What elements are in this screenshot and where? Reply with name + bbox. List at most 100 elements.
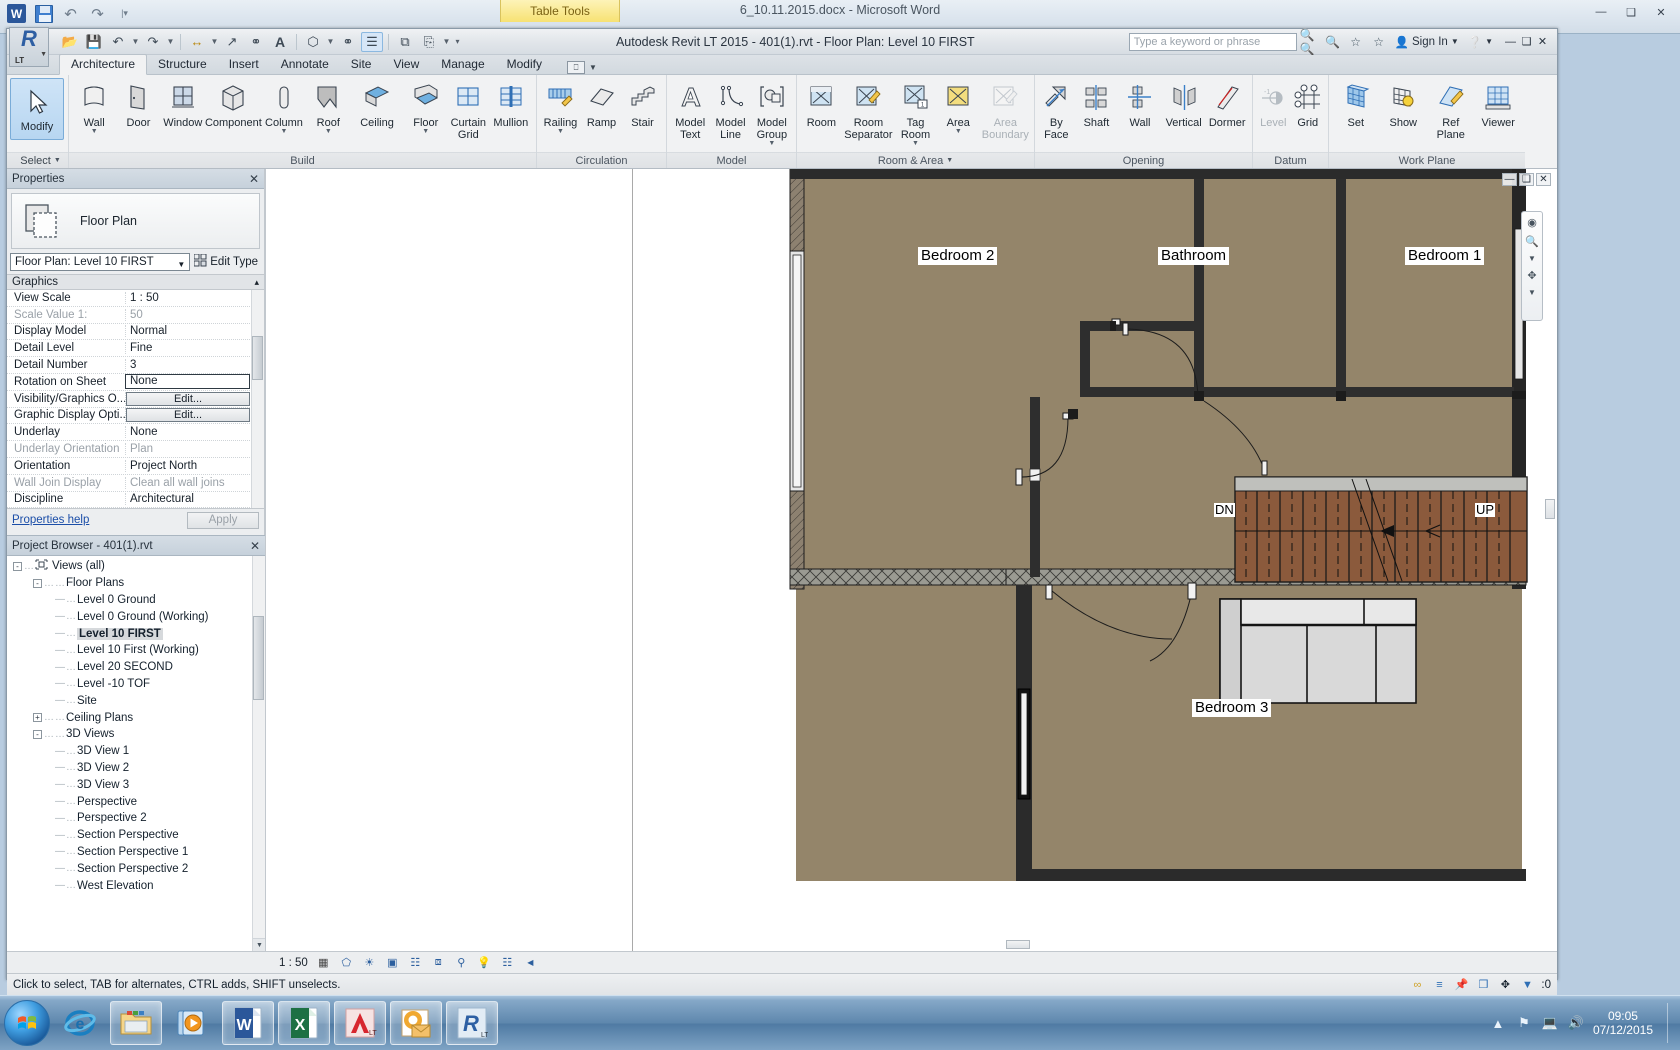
pan-icon[interactable]: ✥ (1527, 269, 1536, 282)
visual-style-icon[interactable]: ⬠ (339, 955, 354, 970)
taskbar-item-windows-explorer[interactable] (110, 1001, 162, 1045)
shadows-icon[interactable]: ▣ (385, 955, 400, 970)
open-icon[interactable]: 📂 (59, 32, 81, 52)
column-button[interactable]: Column ▼ (262, 78, 306, 135)
communication-center-icon[interactable]: ☆ (1346, 33, 1366, 51)
railing-button[interactable]: Railing ▼ (540, 78, 581, 135)
favorites-icon[interactable]: ☆ (1369, 33, 1389, 51)
chevron-up-icon[interactable]: ▴ (254, 277, 259, 288)
ribbon-tabbar[interactable]: Architecture Structure Insert Annotate S… (7, 54, 1557, 75)
taskbar-item-autocad-lt[interactable]: LT (334, 1001, 386, 1045)
browser-tree[interactable]: - … Views (all) - …… Floor Plans —… Leve… (7, 556, 265, 951)
room-label-bedroom-1[interactable]: Bedroom 1 (1405, 247, 1485, 265)
customize-qat-icon[interactable]: ▾ (453, 37, 462, 46)
close-icon[interactable]: ✕ (1536, 173, 1551, 186)
chevron-down-icon[interactable]: ▼ (1528, 288, 1536, 297)
scrollbar-thumb[interactable] (253, 616, 264, 700)
tree-node-level-0-ground-working[interactable]: —… Level 0 Ground (Working) (7, 608, 265, 625)
property-value[interactable]: 3 (125, 359, 264, 372)
taskbar-item-outlook[interactable] (390, 1001, 442, 1045)
switch-windows-icon[interactable]: ⎘ (418, 32, 440, 52)
collapse-icon[interactable]: - (13, 561, 22, 571)
tree-node-west-elevation[interactable]: —… West Elevation (7, 877, 265, 894)
room-label-bedroom-3[interactable]: Bedroom 3 (1192, 699, 1272, 717)
type-selector-row[interactable]: Floor Plan: Level 10 FIRST ▼ Edit Type (7, 253, 264, 274)
properties-scrollbar[interactable] (251, 290, 264, 509)
chevron-down-icon[interactable]: ▼ (946, 153, 953, 169)
status-bar-tools[interactable]: ∞ ≡ 📌 ❒ ✥ ▼ :0 (1409, 977, 1551, 992)
save-icon[interactable]: 💾 (83, 32, 105, 52)
restore-icon[interactable]: ❑ (1618, 3, 1644, 21)
apply-button[interactable]: Apply (187, 511, 259, 529)
reference-plane-button[interactable]: Ref Plane (1427, 78, 1475, 141)
scroll-down-icon[interactable]: ▼ (253, 938, 265, 951)
sun-path-icon[interactable]: ☀ (362, 955, 377, 970)
tag-icon[interactable]: ⚭ (245, 32, 267, 52)
restore-icon[interactable]: ❑ (1519, 173, 1534, 186)
tab-structure[interactable]: Structure (147, 55, 218, 74)
more-icon[interactable]: ◀ (523, 955, 538, 970)
tree-node-level-minus-10-tof[interactable]: —… Level -10 TOF (7, 676, 265, 693)
chevron-down-icon[interactable]: ▼ (955, 128, 962, 135)
properties-help-link[interactable]: Properties help (12, 514, 89, 526)
ribbon-display-options-icon[interactable]: ⎕ (566, 61, 585, 74)
help-search-icon[interactable]: 🔍🔍 (1300, 28, 1320, 56)
property-value[interactable]: Project North (125, 459, 264, 472)
steering-wheel-icon[interactable]: ◉ (1527, 216, 1537, 229)
tree-node-3d-views[interactable]: - …… 3D Views (7, 726, 265, 743)
tab-modify[interactable]: Modify (496, 55, 553, 74)
modify-button[interactable]: Modify (10, 78, 64, 140)
properties-group-header[interactable]: Graphics ▴ (7, 274, 264, 290)
close-hidden-windows-icon[interactable]: ⧉ (394, 32, 416, 52)
chevron-down-icon[interactable]: ▼ (768, 140, 775, 147)
redo-dropdown-icon[interactable]: ▼ (166, 37, 175, 46)
scrollbar-thumb[interactable] (252, 336, 263, 380)
expand-icon[interactable]: + (33, 713, 42, 723)
show-work-plane-button[interactable]: Show (1380, 78, 1428, 129)
opening-by-face-button[interactable]: By Face (1038, 78, 1075, 141)
undo-dropdown-icon[interactable]: ▼ (131, 37, 140, 46)
chevron-down-icon[interactable]: ▼ (54, 153, 61, 169)
type-selector[interactable]: Floor Plan: Level 10 FIRST ▼ (10, 253, 191, 271)
taskbar-item-excel[interactable]: X (278, 1001, 330, 1045)
taskbar-item-revit-lt[interactable]: R LT (446, 1001, 498, 1045)
wall-button[interactable]: Wall ▼ (72, 78, 116, 135)
canvas-hscroll-thumb[interactable] (1006, 940, 1030, 949)
measure-icon[interactable]: ↔ (186, 32, 208, 52)
room-separator-button[interactable]: Room Separator (843, 78, 894, 141)
tree-node-views-all[interactable]: - … Views (all) (7, 558, 265, 575)
type-preview[interactable]: Floor Plan (11, 193, 260, 249)
subscription-icon[interactable]: 🔍 (1323, 33, 1343, 51)
detail-level-icon[interactable]: ▦ (316, 955, 331, 970)
visibility-graphics-edit-button[interactable]: Edit... (126, 391, 250, 406)
tag-room-button[interactable]: 1 Tag Room ▼ (894, 78, 937, 147)
collapse-icon[interactable]: - (33, 578, 42, 588)
window-button[interactable]: Window (161, 78, 205, 129)
curtain-grid-button[interactable]: Curtain Grid (448, 78, 489, 141)
crop-view-icon[interactable]: ⧈ (431, 955, 446, 970)
minimize-icon[interactable]: — (1502, 173, 1517, 186)
close-icon[interactable]: ✕ (249, 172, 259, 186)
section-icon[interactable]: ⚭ (337, 32, 359, 52)
set-work-plane-button[interactable]: Set (1332, 78, 1380, 129)
application-menu-button[interactable]: R LT ▼ (9, 27, 49, 67)
search-input[interactable]: Type a keyword or phrase (1128, 32, 1297, 51)
table-row[interactable]: Rotation on Sheet None (7, 374, 264, 391)
wall-opening-button[interactable]: Wall (1118, 78, 1162, 129)
rotation-on-sheet-field[interactable]: None (125, 374, 250, 390)
stair-label-up[interactable]: UP (1475, 503, 1496, 517)
redo-icon[interactable]: ↷ (142, 32, 164, 52)
chevron-down-icon[interactable]: ▼ (1451, 37, 1459, 46)
zoom-icon[interactable]: 🔍 (1525, 235, 1539, 248)
close-icon[interactable]: ✕ (1648, 3, 1674, 21)
chevron-down-icon[interactable]: ▼ (557, 128, 564, 135)
3d-view-dropdown-icon[interactable]: ▼ (326, 37, 335, 46)
taskbar-item-word[interactable]: W (222, 1001, 274, 1045)
table-row[interactable]: Underlay None (7, 424, 264, 442)
temporary-hide-isolate-icon[interactable]: 💡 (477, 955, 492, 970)
chevron-down-icon[interactable]: ▼ (281, 128, 288, 135)
tree-node-section-perspective-2[interactable]: —… Section Perspective 2 (7, 860, 265, 877)
model-line-button[interactable]: Model Line (710, 78, 750, 141)
filter-icon[interactable]: ▼ (1519, 977, 1535, 992)
view-window-buttons[interactable]: — ❑ ✕ (1502, 173, 1551, 186)
